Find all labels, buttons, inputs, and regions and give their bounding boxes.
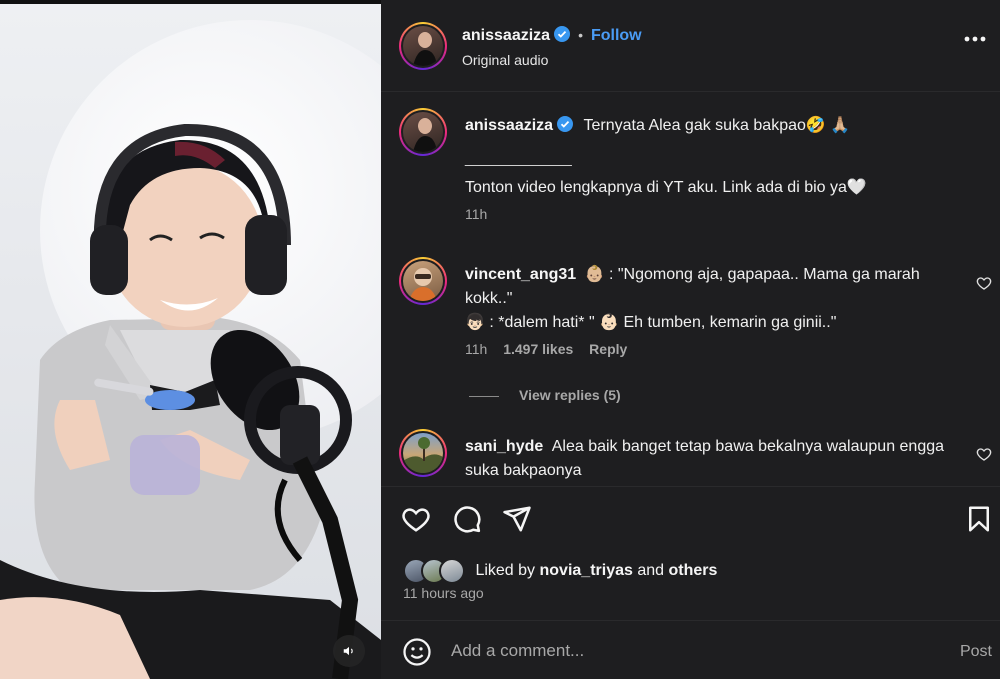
follow-button[interactable]: Follow — [591, 27, 642, 44]
post-header: anissaaziza • Follow Original audio — [381, 0, 1000, 92]
more-options-icon[interactable] — [964, 36, 986, 42]
portrait-icon — [409, 268, 437, 301]
caption-text: Ternyata Alea gak suka bakpao🤣 🙏🏼 — [583, 117, 851, 134]
author-username[interactable]: anissaaziza — [462, 27, 550, 44]
liked-by-user[interactable]: novia_triyas — [540, 562, 633, 579]
video-top-edge — [0, 0, 381, 4]
volume-button[interactable] — [333, 635, 365, 667]
like-heart-icon[interactable] — [401, 504, 431, 534]
portrait-icon — [413, 32, 437, 66]
comment-composer: Post — [381, 620, 1000, 679]
view-replies-label[interactable]: View replies (5) — [519, 387, 621, 403]
liked-by-prefix: Liked by — [475, 562, 536, 580]
caption-username[interactable]: anissaaziza — [465, 117, 553, 134]
caption-divider: ____________ — [465, 150, 572, 167]
liker-avatars[interactable] — [403, 558, 469, 584]
commenter-avatar[interactable] — [399, 429, 447, 477]
liked-by-others[interactable]: others — [669, 562, 718, 579]
video-frame-illustration — [0, 123, 381, 679]
comment-like-heart-icon[interactable] — [976, 446, 992, 462]
comment-like-heart-icon[interactable] — [976, 275, 992, 291]
caption-author-avatar[interactable] — [399, 108, 447, 156]
comment-bubble-icon[interactable] — [452, 504, 482, 534]
separator-dot: • — [578, 27, 583, 43]
commenter-avatar[interactable] — [399, 257, 447, 305]
comment-username[interactable]: vincent_ang31 — [465, 266, 576, 283]
comment-input[interactable] — [451, 637, 891, 665]
likes-summary: Liked by novia_triyas and others — [403, 558, 717, 584]
comments-list[interactable]: anissaaziza Ternyata Alea gak suka bakpa… — [381, 93, 1000, 486]
verified-badge-icon — [557, 116, 574, 132]
comment-likes-count[interactable]: 1.497 likes — [503, 341, 573, 357]
verified-badge-icon — [554, 26, 571, 42]
reply-button[interactable]: Reply — [589, 341, 627, 357]
portrait-icon — [413, 118, 437, 152]
author-avatar[interactable] — [399, 22, 447, 70]
speaker-icon — [343, 646, 353, 656]
comment-item: vincent_ang31 👶🏼 : "Ngomong aja, gapapaa… — [465, 263, 965, 357]
audio-link[interactable]: Original audio — [462, 52, 548, 68]
post-timestamp[interactable]: 11 hours ago — [403, 585, 484, 601]
comment-time: 11h — [465, 341, 488, 357]
save-bookmark-icon[interactable] — [964, 504, 994, 534]
post-comment-button[interactable]: Post — [960, 643, 992, 661]
action-bar: Liked by novia_triyas and others 11 hour… — [381, 486, 1000, 608]
comment-username[interactable]: sani_hyde — [465, 438, 543, 455]
caption-time: 11h — [465, 206, 488, 222]
emoji-smiley-icon[interactable] — [402, 637, 432, 667]
comment-text-line2: 👦🏻 : *dalem hati* " 👶🏻 Eh tumben, kemari… — [465, 314, 837, 331]
comment-item: sani_hyde Alea baik banget tetap bawa be… — [465, 435, 965, 483]
liker-avatar — [439, 558, 465, 584]
reel-video[interactable] — [0, 0, 381, 679]
caption-text-2: Tonton video lengkapnya di YT aku. Link … — [465, 179, 867, 196]
view-replies-toggle[interactable]: View replies (5) — [469, 387, 621, 403]
caption: anissaaziza Ternyata Alea gak suka bakpa… — [465, 114, 965, 222]
replies-line — [469, 395, 499, 397]
post-side-panel: anissaaziza • Follow Original audio anis… — [381, 0, 1000, 679]
landscape-icon — [403, 437, 443, 473]
share-paper-plane-icon[interactable] — [502, 504, 532, 534]
liked-by-and: and — [637, 562, 665, 580]
